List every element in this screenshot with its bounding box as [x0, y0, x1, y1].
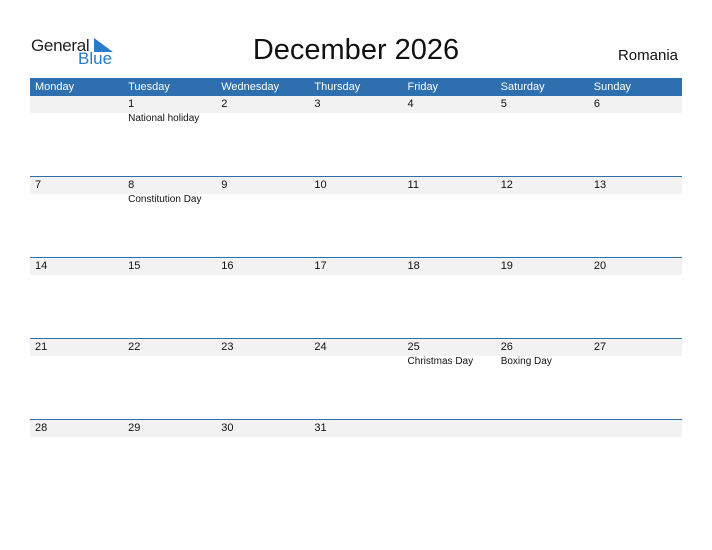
day-cell: 11 — [403, 177, 496, 257]
weekday-sunday: Sunday — [593, 81, 632, 93]
day-cell: 27 — [589, 339, 682, 419]
country-label: Romania — [617, 47, 678, 64]
day-cell: 7 — [30, 177, 123, 257]
weekday-friday: Friday — [407, 81, 439, 93]
day-cell: 6 — [589, 96, 682, 176]
day-cell: 5 — [496, 96, 589, 176]
day-cell: 22 — [123, 339, 216, 419]
day-number: 16 — [221, 260, 234, 272]
day-cell: 31 — [309, 420, 402, 500]
day-cell: 13 — [589, 177, 682, 257]
day-cell: 15 — [123, 258, 216, 338]
day-cell: 26 Boxing Day — [496, 339, 589, 419]
day-number: 17 — [314, 260, 327, 272]
day-number: 18 — [407, 260, 420, 272]
day-cell: 12 — [496, 177, 589, 257]
day-cell — [403, 420, 496, 500]
day-number: 19 — [500, 260, 513, 272]
day-cell: 29 — [123, 420, 216, 500]
day-number: 5 — [500, 98, 507, 110]
day-cell: 19 — [496, 258, 589, 338]
day-cell — [496, 420, 589, 500]
day-cell — [589, 420, 682, 500]
week-row: 14 15 16 17 18 19 20 — [30, 257, 682, 339]
day-cell: 9 — [216, 177, 309, 257]
day-cell: 4 — [403, 96, 496, 176]
day-number: 27 — [593, 341, 607, 353]
weekday-thursday: Thursday — [314, 81, 361, 93]
day-number: 3 — [314, 98, 321, 110]
day-cell: 21 — [30, 339, 123, 419]
day-cell: 16 — [216, 258, 309, 338]
weekday-saturday: Saturday — [500, 81, 545, 93]
day-number: 9 — [221, 179, 228, 191]
day-number: 11 — [407, 179, 419, 191]
day-number: 14 — [35, 260, 48, 272]
day-cell: 25 Christmas Day — [403, 339, 496, 419]
day-number: 26 — [500, 341, 513, 353]
weekday-header: Monday Tuesday Wednesday Thursday Friday… — [30, 78, 682, 96]
day-cell: 24 — [309, 339, 402, 419]
day-number: 21 — [35, 341, 48, 353]
day-number: 30 — [221, 422, 234, 434]
day-number: 4 — [407, 98, 414, 110]
day-number: 2 — [221, 98, 228, 110]
holiday-label: National holiday — [128, 113, 200, 124]
day-cell: 3 — [309, 96, 402, 176]
day-number: 12 — [500, 179, 513, 191]
weekday-monday: Monday — [35, 81, 75, 93]
day-cell: 10 — [309, 177, 402, 257]
day-cell — [30, 96, 123, 176]
day-cell: 17 — [309, 258, 402, 338]
calendar-title: December 2026 — [252, 34, 460, 66]
day-cell: 1 National holiday — [123, 96, 216, 176]
day-cell: 30 — [216, 420, 309, 500]
weekday-wednesday: Wednesday — [221, 81, 280, 93]
day-cell: 23 — [216, 339, 309, 419]
week-row: 28 29 30 31 — [30, 419, 682, 501]
week-row: 7 8 Constitution Day 9 10 11 12 13 — [30, 176, 682, 258]
day-cell: 8 Constitution Day — [123, 177, 216, 257]
day-cell: 20 — [589, 258, 682, 338]
day-cell: 14 — [30, 258, 123, 338]
day-number: 15 — [128, 260, 141, 272]
holiday-label: Boxing Day — [500, 356, 552, 367]
week-row: 21 22 23 24 25 Christmas Day 26 Boxing Day 27 — [30, 338, 682, 420]
day-number: 7 — [35, 179, 42, 191]
week-row: 1 National holiday 2 3 4 5 6 — [30, 96, 682, 177]
day-number: 23 — [221, 341, 234, 353]
day-number: 24 — [314, 341, 327, 353]
day-number: 1 — [128, 98, 135, 110]
day-number: 20 — [593, 260, 607, 272]
day-number: 29 — [128, 422, 141, 434]
weekday-tuesday: Tuesday — [128, 81, 170, 93]
day-number: 10 — [314, 179, 327, 191]
day-number: 28 — [35, 422, 48, 434]
day-cell: 28 — [30, 420, 123, 500]
day-number: 22 — [128, 341, 141, 353]
day-number: 6 — [593, 98, 600, 110]
day-number: 31 — [314, 422, 327, 434]
day-number: 25 — [407, 341, 420, 353]
day-cell: 2 — [216, 96, 309, 176]
day-cell: 18 — [403, 258, 496, 338]
day-number: 13 — [593, 179, 607, 191]
day-number: 8 — [128, 179, 135, 191]
holiday-label: Christmas Day — [407, 356, 474, 367]
holiday-label: Constitution Day — [128, 194, 202, 205]
